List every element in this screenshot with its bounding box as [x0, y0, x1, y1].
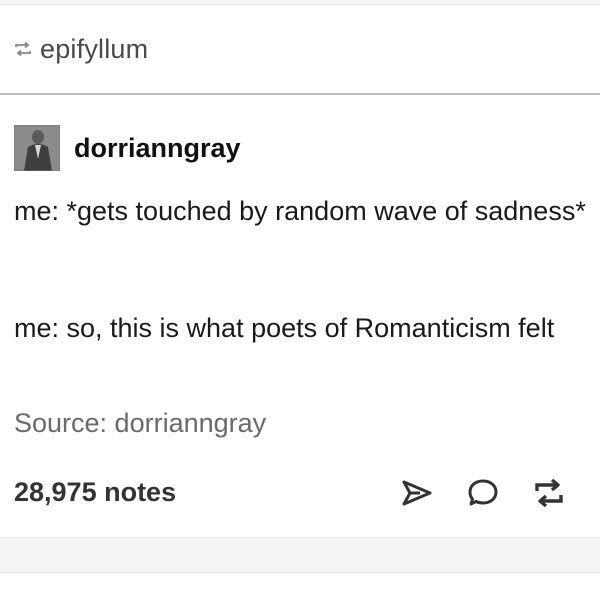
reblog-header: epifyllum — [14, 24, 148, 74]
share-icon[interactable] — [398, 476, 436, 510]
post-paragraph-2: me: so, this is what poets of Romanticis… — [14, 313, 555, 343]
top-strip — [0, 0, 600, 5]
reply-icon[interactable] — [464, 476, 502, 510]
notes-count[interactable]: 28,975 notes — [14, 477, 176, 508]
reblogger-name[interactable]: epifyllum — [40, 34, 148, 65]
reblog-icon — [14, 41, 32, 57]
post-actions — [398, 476, 568, 510]
post-footer: 28,975 notes — [14, 470, 584, 514]
post-separator — [0, 537, 600, 573]
header-divider — [0, 93, 600, 95]
post-paragraph-1: me: *gets touched by random wave of sadn… — [14, 196, 586, 226]
reblog-icon[interactable] — [530, 476, 568, 510]
source-link[interactable]: Source: dorrianngray — [14, 408, 266, 439]
post-author: dorrianngray — [13, 124, 241, 172]
author-name[interactable]: dorrianngray — [74, 133, 241, 164]
avatar[interactable] — [13, 124, 61, 172]
